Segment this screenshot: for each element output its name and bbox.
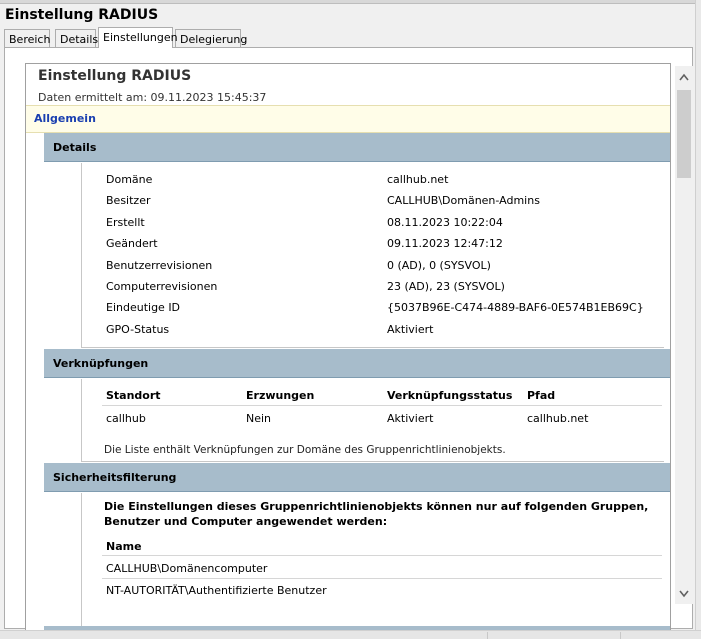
report-date: Daten ermittelt am: 09.11.2023 15:45:37 <box>38 91 267 104</box>
detail-value: 23 (AD), 23 (SYSVOL) <box>387 280 505 293</box>
detail-label: Computerrevisionen <box>106 280 218 293</box>
detail-label: GPO-Status <box>106 323 170 336</box>
links-header-divider <box>102 405 662 406</box>
detail-label: Geändert <box>106 237 158 250</box>
security-header-divider <box>102 555 662 556</box>
gpo-settings-window: Einstellung RADIUS Bereich Details Einst… <box>0 0 701 639</box>
detail-value: 0 (AD), 0 (SYSVOL) <box>387 259 491 272</box>
report-title: Einstellung RADIUS <box>38 68 192 84</box>
detail-label: Benutzerrevisionen <box>106 259 213 272</box>
links-note: Die Liste enthält Verknüpfungen zur Domä… <box>104 444 506 456</box>
window-title: Einstellung RADIUS <box>5 7 159 23</box>
links-col-pfad: Pfad <box>527 389 556 402</box>
links-header-label: Verknüpfungen <box>53 357 149 370</box>
status-separator <box>620 632 621 639</box>
tab-details[interactable]: Details <box>55 29 98 47</box>
links-cell: callhub <box>106 412 146 425</box>
links-section-header[interactable]: Verknüpfungen <box>44 349 670 378</box>
chevron-down-icon[interactable] <box>675 582 693 604</box>
window-right-edge <box>695 0 701 639</box>
window-top-border <box>0 0 701 4</box>
links-section-body: Standort Erzwungen Verknüpfungsstatus Pf… <box>81 379 664 462</box>
security-description: Die Einstellungen dieses Gruppenrichtlin… <box>104 500 649 528</box>
detail-label: Besitzer <box>106 194 151 207</box>
security-section-header[interactable]: Sicherheitsfilterung <box>44 463 670 492</box>
settings-tab-panel: Einstellung RADIUS Daten ermittelt am: 0… <box>4 47 693 630</box>
details-header-label: Details <box>53 141 97 154</box>
links-cell: Aktiviert <box>387 412 434 425</box>
links-col-standort: Standort <box>106 389 161 402</box>
security-header-label: Sicherheitsfilterung <box>53 471 177 484</box>
tab-bereich[interactable]: Bereich <box>4 29 50 47</box>
chevron-up-icon[interactable] <box>675 66 693 88</box>
detail-label: Domäne <box>106 173 153 186</box>
detail-value: {5037B96E-C474-4889-BAF6-0E574B1EB69C} <box>387 301 644 314</box>
detail-label: Eindeutige ID <box>106 301 181 314</box>
detail-label: Erstellt <box>106 216 145 229</box>
security-section-body: Die Einstellungen dieses Gruppenrichtlin… <box>81 493 664 626</box>
report-scrollbar[interactable] <box>675 66 693 604</box>
detail-value: 09.11.2023 12:47:12 <box>387 237 503 250</box>
links-cell: callhub.net <box>527 412 589 425</box>
security-row: NT-AUTORITÄT\Authentifizierte Benutzer <box>106 584 327 597</box>
tab-delegierung[interactable]: Delegierung <box>175 29 247 47</box>
details-section-header[interactable]: Details <box>44 133 670 162</box>
details-section-body: Domäne callhub.net Besitzer CALLHUB\Domä… <box>81 163 664 348</box>
security-row-divider <box>102 578 662 579</box>
detail-value: Aktiviert <box>387 323 434 336</box>
status-separator <box>487 632 488 639</box>
links-cell: Nein <box>246 412 272 425</box>
detail-value: 08.11.2023 10:22:04 <box>387 216 503 229</box>
settings-report: Einstellung RADIUS Daten ermittelt am: 0… <box>25 63 671 630</box>
security-col-name: Name <box>106 540 142 553</box>
scrollbar-thumb[interactable] <box>677 90 691 178</box>
status-strip <box>0 630 701 639</box>
detail-value: callhub.net <box>387 173 449 186</box>
links-col-erzwungen: Erzwungen <box>246 389 315 402</box>
links-col-status: Verknüpfungsstatus <box>387 389 513 402</box>
general-section-link[interactable]: Allgemein <box>34 112 96 125</box>
general-section-bar[interactable]: Allgemein <box>26 105 670 133</box>
security-row: CALLHUB\Domänencomputer <box>106 562 268 575</box>
detail-value: CALLHUB\Domänen-Admins <box>387 194 540 207</box>
tab-einstellungen[interactable]: Einstellungen <box>98 27 178 48</box>
